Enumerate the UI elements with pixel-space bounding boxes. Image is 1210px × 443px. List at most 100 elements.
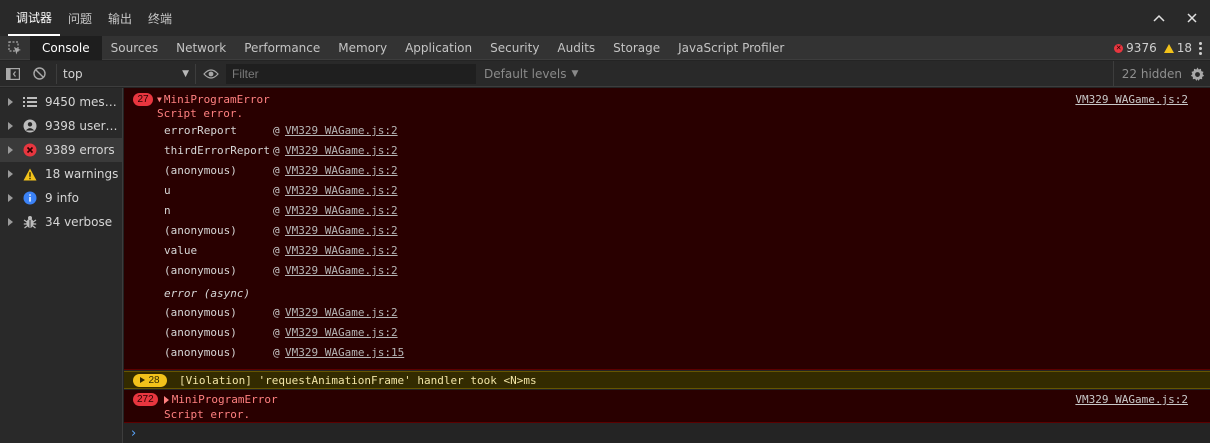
tab-application[interactable]: Application [396, 36, 481, 60]
prompt-chevron-icon: › [131, 426, 137, 441]
tab-security[interactable]: Security [481, 36, 548, 60]
tab-console[interactable]: Console [30, 35, 102, 60]
stack-frame: (anonymous) @ VM329 WAGame.js:2 [164, 164, 464, 178]
frame-source-link[interactable]: VM329 WAGame.js:2 [285, 184, 398, 197]
gear-icon[interactable] [1186, 61, 1208, 87]
warning-icon [23, 167, 37, 181]
sidebar-item-label: 9398 user messages [45, 119, 121, 133]
sidebar-item-warnings[interactable]: 18 warnings [0, 162, 122, 186]
stack-frame: thirdErrorReport @ VM329 WAGame.js:2 [164, 144, 464, 158]
console-sidebar: 9450 messages 9398 user messages 9389 er… [0, 88, 123, 443]
more-options-icon[interactable] [1196, 36, 1204, 60]
chevron-down-icon: ▼ [571, 68, 579, 79]
error-header[interactable]: 27 ▼ MiniProgramError [133, 93, 270, 106]
frame-source-link[interactable]: VM329 WAGame.js:2 [285, 124, 398, 137]
expand-arrow-icon[interactable] [8, 122, 13, 130]
console-toolbar: top ▼ Default levels ▼ 22 hidden [0, 61, 1210, 87]
show-sidebar-icon[interactable] [0, 61, 26, 87]
function-name: u [164, 184, 171, 197]
console-prompt[interactable]: › [124, 424, 1210, 443]
at-symbol: @ [273, 184, 280, 197]
tab-sources[interactable]: Sources [102, 36, 167, 60]
warning-count-icon [1163, 43, 1174, 53]
source-link[interactable]: VM329 WAGame.js:2 [1075, 93, 1188, 106]
function-name: n [164, 204, 171, 217]
repeat-count-badge: 27 [133, 93, 153, 106]
function-name: (anonymous) [164, 346, 237, 359]
sidebar-item-errors[interactable]: 9389 errors [0, 138, 122, 162]
log-levels-dropdown[interactable]: Default levels ▼ [484, 67, 578, 81]
frame-source-link[interactable]: VM329 WAGame.js:2 [285, 224, 398, 237]
error-count: 9376 [1126, 41, 1157, 55]
tab-debugger[interactable]: 调试器 [8, 0, 61, 36]
close-icon[interactable] [1178, 0, 1206, 36]
frame-source-link[interactable]: VM329 WAGame.js:2 [285, 244, 398, 257]
warning-text: [Violation] 'requestAnimationFrame' hand… [179, 373, 537, 387]
stack-frame: (anonymous) @ VM329 WAGame.js:2 [164, 224, 464, 238]
source-link[interactable]: VM329 WAGame.js:2 [1075, 393, 1188, 406]
expand-arrow-icon[interactable] [8, 194, 13, 202]
expand-arrow-icon[interactable] [8, 146, 13, 154]
sidebar-item-label: 9 info [45, 191, 79, 205]
info-icon [23, 191, 37, 205]
tab-output[interactable]: 输出 [100, 0, 140, 36]
frame-source-link[interactable]: VM329 WAGame.js:15 [285, 346, 404, 359]
expand-arrow-icon [140, 377, 146, 383]
warning-count: 18 [1176, 41, 1192, 55]
error-title: MiniProgramError [163, 93, 270, 106]
function-name: thirdErrorReport [164, 144, 270, 157]
user-icon [23, 119, 37, 133]
warning-message[interactable]: 28 [Violation] 'requestAnimationFrame' h… [124, 371, 1210, 389]
frame-source-link[interactable]: VM329 WAGame.js:2 [285, 204, 398, 217]
tab-performance[interactable]: Performance [235, 36, 329, 60]
tab-memory[interactable]: Memory [329, 36, 396, 60]
stack-frame: (anonymous) @ VM329 WAGame.js:2 [164, 264, 464, 278]
stack-frame: n @ VM329 WAGame.js:2 [164, 204, 464, 218]
filter-input[interactable] [226, 63, 476, 84]
inspect-element-icon[interactable] [0, 36, 30, 60]
error-message-collapsed: 272 MiniProgramError Script error. VM329… [124, 390, 1210, 423]
warning-count-badge: 28 [133, 373, 167, 387]
list-icon [23, 95, 37, 109]
tab-storage[interactable]: Storage [604, 36, 669, 60]
expand-arrow-icon[interactable] [8, 218, 13, 226]
frame-source-link[interactable]: VM329 WAGame.js:2 [285, 164, 398, 177]
chevron-down-icon: ▼ [182, 68, 189, 79]
function-name: (anonymous) [164, 164, 237, 177]
devtools-panel-tabs: Console Sources Network Performance Memo… [0, 35, 1210, 60]
frame-source-link[interactable]: VM329 WAGame.js:2 [285, 264, 398, 277]
frame-source-link[interactable]: VM329 WAGame.js:2 [285, 326, 398, 339]
collapse-up-icon[interactable] [1145, 0, 1173, 36]
live-expression-eye-icon[interactable] [196, 61, 226, 87]
error-text: Script error. [164, 408, 251, 421]
function-name: (anonymous) [164, 326, 237, 339]
tab-javascript-profiler[interactable]: JavaScript Profiler [669, 36, 793, 60]
at-symbol: @ [273, 124, 280, 137]
frame-source-link[interactable]: VM329 WAGame.js:2 [285, 144, 398, 157]
sidebar-item-verbose[interactable]: 34 verbose [0, 210, 122, 234]
clear-console-icon[interactable] [26, 61, 52, 87]
tab-problems[interactable]: 问题 [60, 0, 100, 36]
bug-icon [23, 215, 37, 229]
error-header[interactable]: 272 MiniProgramError [133, 393, 278, 406]
stack-frame: u @ VM329 WAGame.js:2 [164, 184, 464, 198]
expand-arrow-icon[interactable] [8, 170, 13, 178]
sidebar-item-messages[interactable]: 9450 messages [0, 90, 122, 114]
sidebar-item-user-messages[interactable]: 9398 user messages [0, 114, 122, 138]
tab-network[interactable]: Network [167, 36, 235, 60]
expand-arrow-icon[interactable] [163, 395, 169, 404]
error-icon [23, 143, 37, 157]
repeat-count-badge: 272 [133, 393, 158, 406]
hidden-messages-count: 22 hidden [1112, 61, 1182, 87]
sidebar-item-info[interactable]: 9 info [0, 186, 122, 210]
tab-audits[interactable]: Audits [548, 36, 604, 60]
drawer-tabbar: 调试器 问题 输出 终端 [0, 0, 1210, 36]
at-symbol: @ [273, 164, 280, 177]
frame-source-link[interactable]: VM329 WAGame.js:2 [285, 306, 398, 319]
error-message-expanded: 27 ▼ MiniProgramError Script error. VM32… [124, 88, 1210, 370]
expand-arrow-icon[interactable] [8, 98, 13, 106]
tab-terminal[interactable]: 终端 [140, 0, 180, 36]
issue-counter[interactable]: ✕ 9376 18 [1114, 36, 1192, 60]
collapse-arrow-icon[interactable]: ▼ [157, 95, 162, 104]
context-selector[interactable]: top ▼ [56, 63, 196, 84]
